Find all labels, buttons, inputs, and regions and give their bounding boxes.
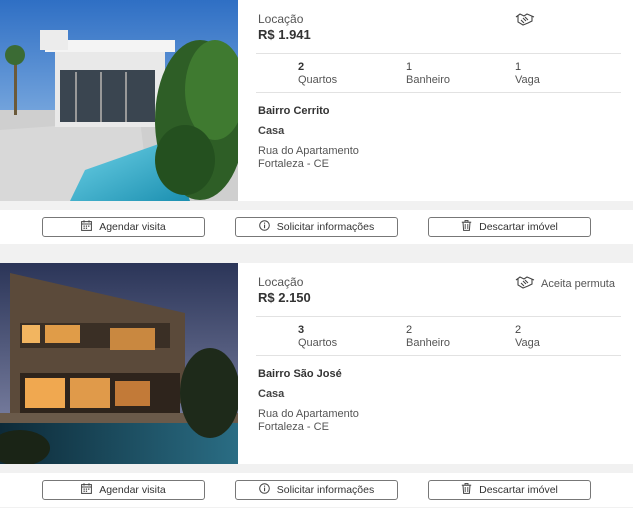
- schedule-visit-button[interactable]: Agendar visita: [42, 217, 205, 237]
- discard-property-button[interactable]: Descartar imóvel: [428, 217, 591, 237]
- rooms-label: Quartos: [298, 337, 338, 349]
- parking-count: 1: [515, 61, 522, 73]
- neighborhood: Bairro Cerrito: [258, 105, 330, 117]
- listing-card: Locação R$ 2.150 Aceita permuta 3 Quarto…: [0, 263, 633, 464]
- divider: [256, 53, 621, 54]
- handshake-icon: [515, 12, 535, 29]
- info-icon: [258, 220, 270, 234]
- rooms-count: 2: [298, 61, 305, 73]
- parking-stat: 2 Vaga: [515, 324, 540, 350]
- listing-actions: Agendar visita Solicitar informações Des…: [0, 210, 633, 244]
- listing-info: Locação R$ 1.941 2 Quartos 1 Banheiro 1 …: [238, 0, 633, 201]
- property-type: Casa: [258, 125, 285, 137]
- handshake-icon: [515, 275, 535, 292]
- rooms-stat: 3 Quartos: [298, 324, 337, 350]
- trash-icon: [461, 220, 472, 234]
- divider: [256, 92, 621, 93]
- rooms-stat: 2 Quartos: [298, 61, 337, 87]
- calendar-icon: [81, 483, 93, 497]
- neighborhood: Bairro São José: [258, 368, 342, 380]
- discard-property-label: Descartar imóvel: [479, 484, 558, 496]
- listing-actions: Agendar visita Solicitar informações Des…: [0, 473, 633, 507]
- schedule-visit-label: Agendar visita: [99, 221, 166, 233]
- rooms-count: 3: [298, 324, 305, 336]
- baths-stat: 1 Banheiro: [406, 61, 450, 87]
- calendar-icon: [81, 220, 93, 234]
- request-info-label: Solicitar informações: [276, 484, 375, 496]
- property-photo[interactable]: [0, 0, 238, 201]
- baths-label: Banheiro: [406, 74, 451, 86]
- permuta-badge: [515, 12, 541, 29]
- parking-label: Vaga: [515, 74, 540, 86]
- parking-label: Vaga: [515, 337, 540, 349]
- info-icon: [258, 483, 270, 497]
- trash-icon: [461, 483, 472, 497]
- parking-stat: 1 Vaga: [515, 61, 540, 87]
- permuta-label: Aceita permuta: [541, 277, 615, 290]
- price: R$ 1.941: [258, 27, 311, 42]
- rooms-label: Quartos: [298, 74, 338, 86]
- baths-count: 2: [406, 324, 413, 336]
- baths-label: Banheiro: [406, 337, 451, 349]
- permuta-badge: Aceita permuta: [515, 275, 615, 292]
- address-line2: Fortaleza - CE: [258, 421, 329, 433]
- listing-type-label: Locação: [258, 12, 304, 26]
- discard-property-label: Descartar imóvel: [479, 221, 558, 233]
- address-line2: Fortaleza - CE: [258, 158, 329, 170]
- schedule-visit-label: Agendar visita: [99, 484, 166, 496]
- discard-property-button[interactable]: Descartar imóvel: [428, 480, 591, 500]
- property-photo[interactable]: [0, 263, 238, 464]
- divider: [256, 355, 621, 356]
- parking-count: 2: [515, 324, 522, 336]
- schedule-visit-button[interactable]: Agendar visita: [42, 480, 205, 500]
- baths-count: 1: [406, 61, 413, 73]
- listing-type-label: Locação: [258, 275, 304, 289]
- divider: [256, 316, 621, 317]
- request-info-label: Solicitar informações: [276, 221, 375, 233]
- property-type: Casa: [258, 388, 285, 400]
- request-info-button[interactable]: Solicitar informações: [235, 480, 398, 500]
- address-line1: Rua do Apartamento: [258, 408, 359, 420]
- address: Rua do Apartamento Fortaleza - CE: [258, 408, 359, 434]
- request-info-button[interactable]: Solicitar informações: [235, 217, 398, 237]
- address-line1: Rua do Apartamento: [258, 145, 359, 157]
- baths-stat: 2 Banheiro: [406, 324, 450, 350]
- address: Rua do Apartamento Fortaleza - CE: [258, 145, 359, 171]
- listing-info: Locação R$ 2.150 Aceita permuta 3 Quarto…: [238, 263, 633, 464]
- listing-card: Locação R$ 1.941 2 Quartos 1 Banheiro 1 …: [0, 0, 633, 201]
- price: R$ 2.150: [258, 290, 311, 305]
